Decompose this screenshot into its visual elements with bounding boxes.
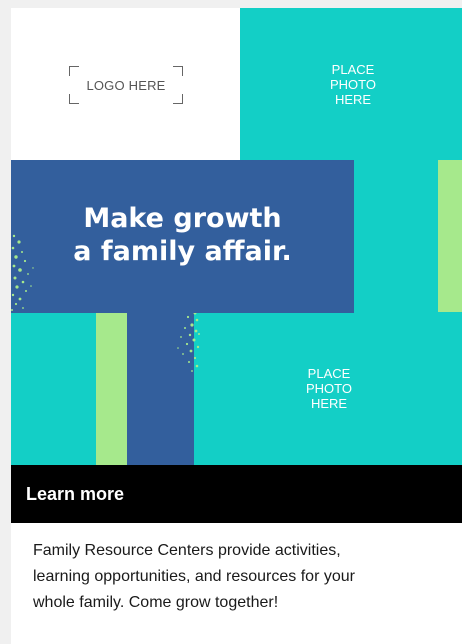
ad-description: Family Resource Centers provide activiti…: [33, 538, 453, 616]
frame-corner: [69, 66, 79, 76]
headline-line: Make growth: [83, 203, 282, 234]
banner-image[interactable]: LOGO HERE PLACE PHOTO HERE Make growth a…: [11, 8, 462, 465]
logo-placeholder-text: LOGO HERE: [86, 78, 166, 93]
photo-placeholder-line: PLACE: [307, 366, 351, 381]
logo-placeholder: LOGO HERE: [69, 66, 183, 104]
description-line: learning opportunities, and resources fo…: [33, 568, 355, 585]
learn-more-link[interactable]: Learn more: [26, 484, 124, 505]
photo-placeholder-bottom: PLACE PHOTO HERE: [289, 366, 369, 411]
frame-corner: [173, 94, 183, 104]
photo-placeholder-line: PHOTO: [306, 381, 352, 396]
learn-more-bar[interactable]: Learn more: [11, 465, 462, 523]
green-accent-bar: [96, 313, 127, 465]
photo-placeholder-line: PLACE: [331, 62, 375, 77]
headline: Make growth a family affair.: [11, 202, 354, 268]
logo-area: LOGO HERE: [11, 8, 240, 160]
photo-placeholder-line: HERE: [310, 396, 348, 411]
frame-corner: [173, 66, 183, 76]
description-line: whole family. Come grow together!: [33, 594, 279, 611]
frame-corner: [69, 94, 79, 104]
ad-card: LOGO HERE PLACE PHOTO HERE Make growth a…: [11, 8, 462, 644]
photo-placeholder-top: PLACE PHOTO HERE: [313, 62, 393, 107]
blue-accent-bar: [127, 308, 194, 465]
headline-line: a family affair.: [73, 236, 292, 267]
green-accent-bar: [438, 160, 462, 312]
photo-placeholder-line: HERE: [334, 92, 372, 107]
photo-placeholder-line: PHOTO: [330, 77, 376, 92]
headline-block: Make growth a family affair.: [11, 160, 354, 313]
description-line: Family Resource Centers provide activiti…: [33, 542, 341, 559]
